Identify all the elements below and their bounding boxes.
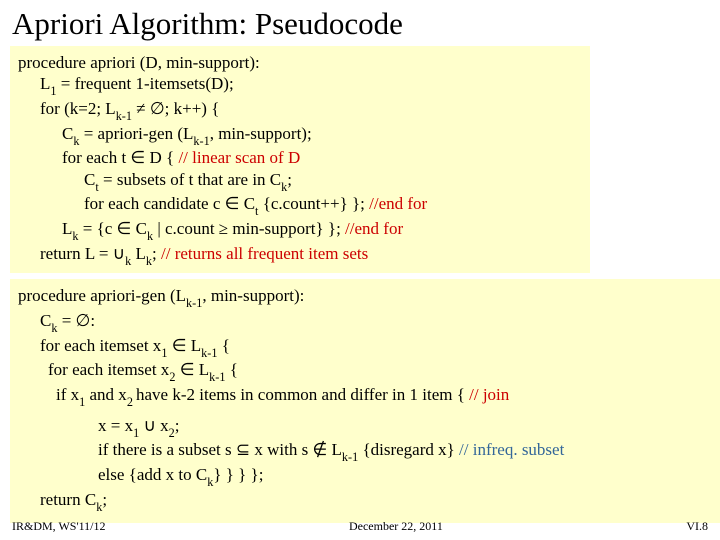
code-line: Ck = apriori-gen (Lk-1, min-support);: [18, 123, 582, 148]
code-line: Lk = {c ∈ Ck | c.count ≥ min-support} };…: [18, 218, 582, 243]
slide: Apriori Algorithm: Pseudocode procedure …: [0, 0, 720, 540]
code-line: x = x1 ∪ x2;: [18, 415, 710, 440]
code-line: return L = ∪k Lk; // returns all frequen…: [18, 243, 582, 268]
code-line: procedure apriori (D, min-support):: [18, 53, 260, 72]
code-line: for each itemset x2 ∈ Lk-1 {: [18, 359, 710, 384]
code-line: return Ck;: [18, 489, 710, 514]
slide-title: Apriori Algorithm: Pseudocode: [0, 0, 720, 44]
code-line: for each candidate c ∈ Ct {c.count++} };…: [18, 193, 582, 218]
code-line: for each t ∈ D { // linear scan of D: [18, 147, 582, 168]
code-line: procedure apriori-gen (Lk-1, min-support…: [18, 286, 304, 305]
footer-right: VI.8: [686, 519, 708, 534]
pseudocode-block-1: procedure apriori (D, min-support): L1 =…: [10, 46, 590, 273]
code-line: for (k=2; Lk-1 ≠ ∅; k++) {: [18, 98, 582, 123]
code-line: Ct = subsets of t that are in Ck;: [18, 169, 582, 194]
code-line: L1 = frequent 1-itemsets(D);: [18, 73, 582, 98]
footer-center: December 22, 2011: [349, 519, 443, 534]
footer: IR&DM, WS'11/12 December 22, 2011 VI.8: [12, 519, 708, 534]
code-line: if there is a subset s ⊆ x with s ∉ Lk-1…: [18, 439, 710, 464]
code-line: for each itemset x1 ∈ Lk-1 {: [18, 335, 710, 360]
code-line: Ck = ∅:: [18, 310, 710, 335]
code-line: else {add x to Ck} } } };: [18, 464, 710, 489]
footer-left: IR&DM, WS'11/12: [12, 519, 106, 534]
pseudocode-block-2: procedure apriori-gen (Lk-1, min-support…: [10, 279, 720, 523]
code-line: if x1 and x2 have k-2 items in common an…: [18, 384, 710, 409]
